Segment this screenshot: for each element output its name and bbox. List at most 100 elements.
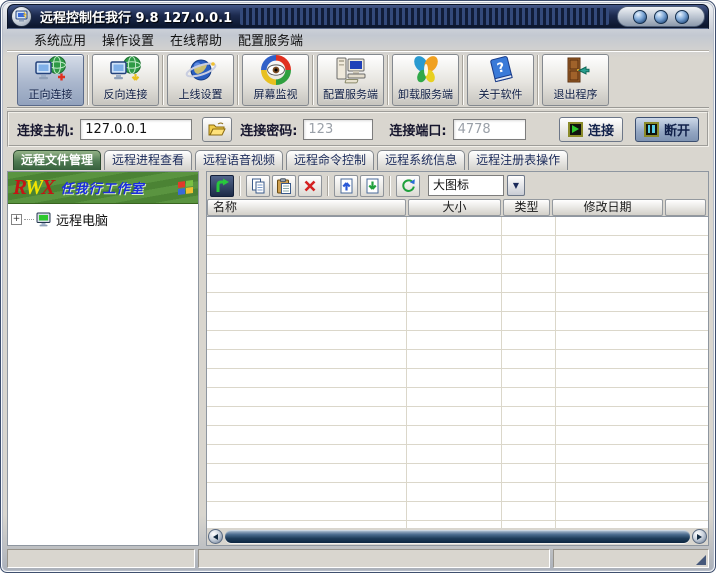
screen-monitor-button[interactable]: 屏幕监视 — [242, 53, 309, 106]
password-label: 连接密码: — [240, 123, 298, 139]
delete-button[interactable] — [298, 174, 322, 197]
toolbar-button-label: 卸载服务端 — [398, 87, 453, 101]
tree-item-label: 远程电脑 — [56, 214, 109, 229]
remote-computer-tree: + 远程电脑 — [8, 204, 198, 545]
disconnect-button-label: 断开 — [663, 123, 690, 139]
tab-remote-audio-video[interactable]: 远程语音视频 — [195, 150, 284, 170]
pause-icon — [643, 121, 659, 137]
studio-name: 任我行工作室 — [60, 182, 145, 197]
close-button[interactable] — [675, 9, 689, 24]
file-list-header: 名称 大小 类型 修改日期 — [207, 199, 708, 216]
port-label: 连接端口: — [389, 123, 447, 139]
toolbar-separator — [387, 54, 389, 105]
toolbar-button-label: 关于软件 — [478, 87, 523, 101]
column-header-date[interactable]: 修改日期 — [552, 199, 663, 216]
column-header-filler — [665, 199, 706, 216]
status-section-1 — [7, 549, 195, 568]
toolbar-separator — [537, 54, 539, 105]
open-folder-icon — [208, 122, 227, 136]
main-area: RWX 任我行工作室 + 远程电脑 大图标 ▼ 名称 大小 类型 修改日期 — [7, 171, 709, 546]
scroll-right-button[interactable] — [692, 529, 707, 544]
computer-globe-down-icon — [109, 55, 143, 86]
tab-remote-registry[interactable]: 远程注册表操作 — [468, 150, 569, 170]
toolbar-separator — [312, 54, 314, 105]
main-toolbar: 正向连接 反向连接 上线设置 屏幕监视 配置服务端 卸载服务端 ? 关于软件 退… — [7, 51, 709, 109]
view-mode-select[interactable]: 大图标 — [428, 175, 504, 196]
about-button[interactable]: ? 关于软件 — [467, 53, 534, 106]
tab-remote-process-view[interactable]: 远程进程查看 — [104, 150, 193, 170]
title-stripes — [240, 8, 609, 25]
column-header-size[interactable]: 大小 — [408, 199, 501, 216]
tab-remote-system-info[interactable]: 远程系统信息 — [377, 150, 466, 170]
sidebar: RWX 任我行工作室 + 远程电脑 — [7, 171, 199, 546]
tree-item-remote-computer[interactable]: + 远程电脑 — [11, 210, 195, 229]
copy-button[interactable] — [246, 174, 270, 197]
toolbar-button-label: 退出程序 — [553, 87, 598, 101]
windows-logo-icon — [178, 179, 193, 196]
globe-ring-icon — [184, 55, 218, 86]
host-input[interactable] — [80, 118, 193, 140]
uninstall-server-button[interactable]: 卸载服务端 — [392, 53, 459, 106]
computer-icon — [36, 212, 52, 227]
scrollbar-thumb[interactable] — [225, 530, 690, 543]
tab-remote-file-manager[interactable]: 远程文件管理 — [13, 150, 102, 170]
status-section-3 — [553, 549, 709, 568]
minimize-button[interactable] — [633, 9, 647, 24]
file-toolbar-separator — [239, 175, 241, 196]
upload-button[interactable] — [334, 174, 358, 197]
host-label: 连接主机: — [17, 123, 75, 139]
tree-connector — [24, 219, 34, 220]
column-header-name[interactable]: 名称 — [207, 199, 406, 216]
chevron-down-icon[interactable]: ▼ — [507, 175, 525, 196]
download-button[interactable] — [360, 174, 384, 197]
maximize-button[interactable] — [654, 9, 668, 24]
function-tabs: 远程文件管理 远程进程查看 远程语音视频 远程命令控制 远程系统信息 远程注册表… — [7, 150, 709, 170]
connect-button[interactable]: 连接 — [558, 116, 623, 142]
menu-operation[interactable]: 操作设置 — [97, 28, 159, 51]
toolbar-separator — [87, 54, 89, 105]
download-icon — [366, 178, 378, 193]
upload-icon — [340, 178, 352, 193]
app-icon — [11, 6, 32, 27]
tree-expander[interactable]: + — [11, 214, 22, 225]
studio-banner: RWX 任我行工作室 — [8, 172, 198, 204]
window-controls — [617, 6, 705, 27]
menu-help[interactable]: 在线帮助 — [165, 28, 227, 51]
toolbar-button-label: 配置服务端 — [323, 87, 378, 101]
toolbar-button-label: 屏幕监视 — [253, 87, 298, 101]
menu-system[interactable]: 系统应用 — [29, 28, 91, 51]
column-header-type[interactable]: 类型 — [503, 199, 550, 216]
tab-remote-command-control[interactable]: 远程命令控制 — [286, 150, 375, 170]
scroll-left-button[interactable] — [208, 529, 223, 544]
resize-grip[interactable] — [696, 555, 706, 565]
refresh-icon — [401, 179, 415, 192]
open-host-list-button[interactable] — [202, 116, 233, 142]
password-input[interactable] — [303, 118, 374, 140]
disconnect-button[interactable]: 断开 — [634, 116, 699, 142]
rwx-logo: RWX — [13, 175, 55, 199]
file-toolbar-separator — [389, 175, 391, 196]
panel-splitter[interactable] — [199, 171, 206, 546]
connection-bar: 连接主机: 连接密码: 连接端口: 连接 断开 — [7, 111, 709, 147]
file-toolbar-separator — [327, 175, 329, 196]
online-settings-button[interactable]: 上线设置 — [167, 53, 234, 106]
menu-config-server[interactable]: 配置服务端 — [233, 28, 308, 51]
computer-globe-plus-icon — [34, 55, 68, 86]
up-level-button[interactable] — [210, 174, 234, 197]
copy-icon — [251, 178, 264, 193]
window-title: 远程控制任我行 9.8 127.0.0.1 — [40, 11, 233, 26]
play-icon — [567, 121, 583, 137]
toolbar-button-label: 反向连接 — [103, 87, 148, 101]
port-input[interactable] — [452, 118, 526, 140]
config-server-button[interactable]: 配置服务端 — [317, 53, 384, 106]
exit-button[interactable]: 退出程序 — [542, 53, 609, 106]
toolbar-separator — [237, 54, 239, 105]
grid-column-line — [406, 217, 407, 528]
horizontal-scrollbar — [207, 528, 708, 545]
paste-button[interactable] — [272, 174, 296, 197]
file-list[interactable] — [207, 216, 708, 528]
forward-connect-button[interactable]: 正向连接 — [17, 53, 84, 106]
refresh-button[interactable] — [396, 174, 420, 197]
status-section-2 — [198, 549, 550, 568]
reverse-connect-button[interactable]: 反向连接 — [92, 53, 159, 106]
